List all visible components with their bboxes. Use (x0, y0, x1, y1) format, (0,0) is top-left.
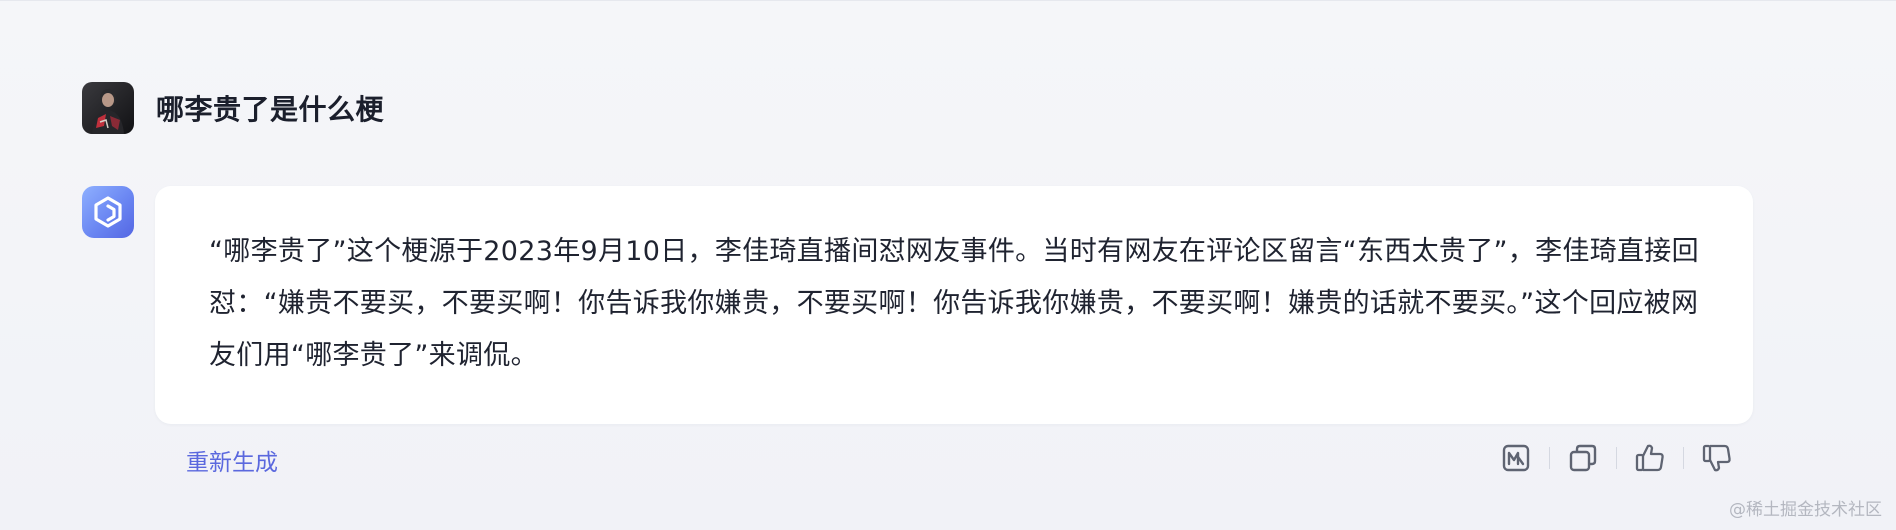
answer-actions (1496, 440, 1737, 476)
copy-button[interactable] (1563, 440, 1603, 476)
assistant-logo-icon (94, 196, 122, 228)
action-divider (1683, 447, 1684, 469)
mindmap-icon (1502, 444, 1530, 472)
thumbs-up-icon (1635, 444, 1664, 472)
like-button[interactable] (1630, 440, 1670, 476)
mindmap-button[interactable] (1496, 440, 1536, 476)
user-avatar (82, 82, 134, 134)
user-avatar-image (82, 82, 134, 134)
copy-icon (1569, 444, 1597, 472)
watermark: @稀土掘金技术社区 (1729, 500, 1882, 520)
thumbs-down-icon (1702, 444, 1731, 472)
action-divider (1616, 447, 1617, 469)
user-question: 哪李贵了是什么梗 (156, 93, 385, 126)
action-divider (1549, 447, 1550, 469)
assistant-answer-card: “哪李贵了”这个梗源于2023年9月10日，李佳琦直播间怼网友事件。当时有网友在… (155, 186, 1753, 424)
dislike-button[interactable] (1697, 440, 1737, 476)
top-divider (0, 0, 1896, 1)
regenerate-button[interactable]: 重新生成 (186, 443, 278, 477)
assistant-answer-text: “哪李贵了”这个梗源于2023年9月10日，李佳琦直播间怼网友事件。当时有网友在… (209, 236, 1699, 371)
assistant-avatar (82, 186, 134, 238)
user-message: 哪李贵了是什么梗 (82, 82, 384, 134)
